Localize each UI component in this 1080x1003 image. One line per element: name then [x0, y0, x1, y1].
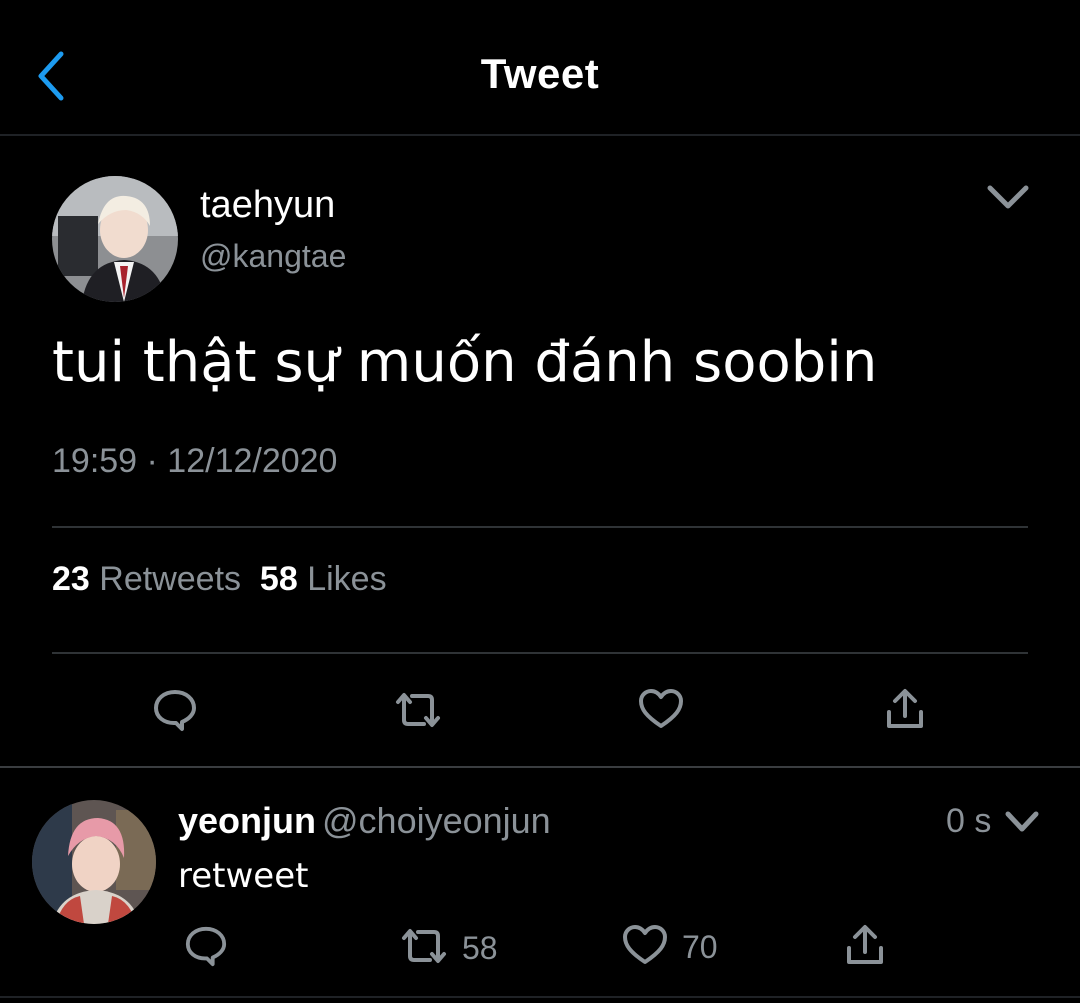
reply-text: retweet	[178, 856, 309, 896]
reply-author-name: yeonjun	[178, 800, 317, 841]
retweet-label: Retweets	[99, 560, 242, 598]
share-icon	[844, 924, 886, 973]
share-icon	[884, 688, 926, 737]
tweet-stats: 23 Retweets 58 Likes	[52, 560, 387, 599]
reply-avatar[interactable]	[32, 800, 156, 924]
reply-like-button[interactable]: 70	[622, 924, 718, 971]
author-handle[interactable]: @kangtae	[200, 238, 346, 275]
like-button[interactable]	[638, 688, 684, 735]
heart-icon	[638, 688, 684, 735]
chevron-down-icon	[1004, 811, 1040, 840]
divider	[52, 526, 1028, 528]
reply-options-button[interactable]	[1004, 808, 1040, 841]
reply-time: 0 s	[946, 802, 992, 840]
reply-icon	[152, 688, 198, 737]
top-bar: Tweet	[0, 0, 1080, 136]
avatar[interactable]	[52, 176, 178, 302]
tweet-timestamp[interactable]: 19:59 · 12/12/2020	[52, 442, 337, 481]
retweet-button[interactable]	[394, 690, 442, 735]
retweets-stat[interactable]: 23 Retweets	[52, 560, 241, 598]
reply-retweet-count: 58	[462, 930, 498, 966]
reply-share-button[interactable]	[844, 924, 886, 973]
likes-stat[interactable]: 58 Likes	[260, 560, 387, 598]
page-title: Tweet	[480, 50, 600, 97]
reply-reply-button[interactable]	[184, 924, 228, 973]
reply-author[interactable]: yeonjun @choiyeonjun	[178, 800, 551, 842]
reply-like-count: 70	[682, 929, 718, 965]
author-name[interactable]: taehyun	[200, 184, 335, 227]
divider	[52, 652, 1028, 654]
heart-icon	[622, 924, 668, 971]
reply-button[interactable]	[152, 688, 198, 737]
reply-icon	[184, 924, 228, 973]
tweet-text: tui thật sự muốn đánh soobin	[52, 330, 878, 395]
share-button[interactable]	[884, 688, 926, 737]
like-count: 58	[259, 560, 298, 598]
chevron-down-icon	[986, 185, 1030, 216]
divider	[0, 996, 1080, 998]
section-divider	[0, 766, 1080, 768]
retweet-icon	[400, 926, 448, 971]
like-label: Likes	[307, 560, 387, 598]
tweet-options-button[interactable]	[986, 180, 1030, 217]
retweet-count: 23	[52, 560, 90, 598]
reply-author-handle: @choiyeonjun	[322, 800, 551, 841]
reply-retweet-button[interactable]: 58	[400, 926, 498, 971]
retweet-icon	[394, 690, 442, 735]
